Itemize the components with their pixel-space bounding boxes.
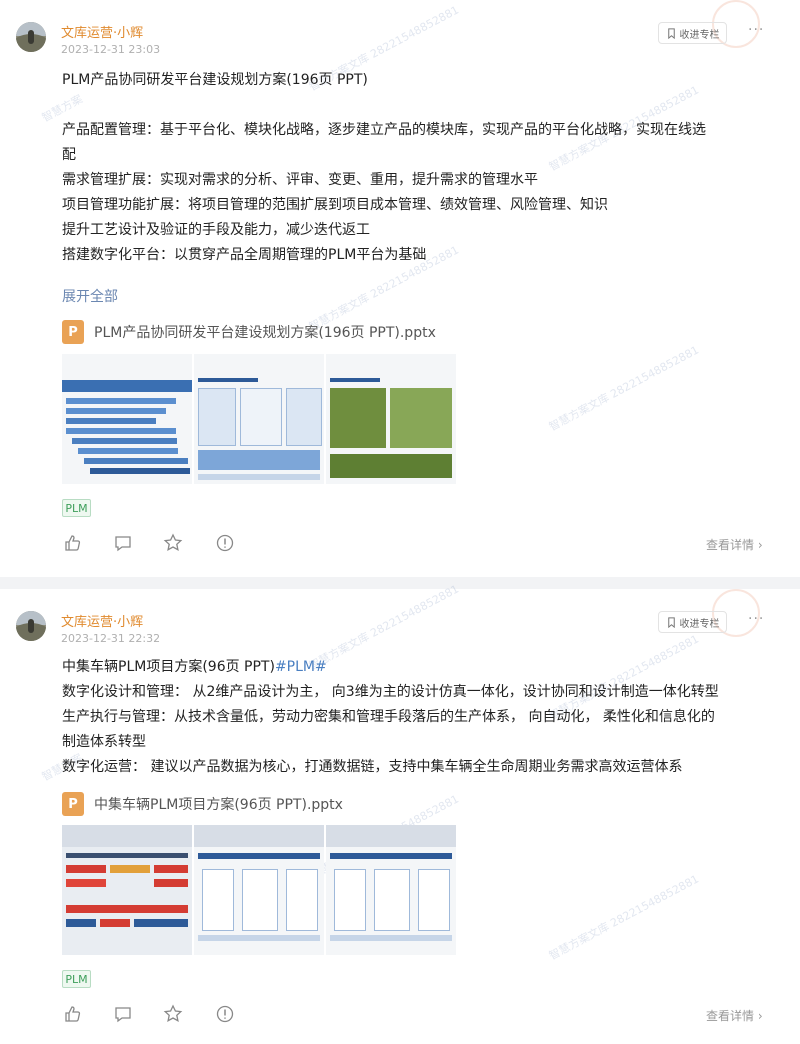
report-icon[interactable] [215, 1004, 235, 1024]
post-title: 中集车辆PLM项目方案(96页 PPT)#PLM# [62, 655, 762, 680]
ppt-file-icon: P [62, 792, 84, 816]
post-line: 需求管理扩展：实现对需求的分析、评审、变更、重用，提升需求的管理水平 [62, 172, 538, 188]
post-line: 项目管理功能扩展：将项目管理的范围扩展到项目成本管理、绩效管理、风险管理、知识 [62, 197, 608, 213]
slide-thumbnail[interactable] [326, 354, 456, 484]
slide-thumbnail[interactable] [62, 354, 192, 484]
slide-thumbnail[interactable] [326, 825, 456, 955]
add-to-column-label: 收进专栏 [679, 618, 720, 630]
add-to-column-button[interactable]: 收进专栏 [658, 611, 727, 633]
hashtag-link[interactable]: #PLM# [275, 659, 327, 675]
view-details-label: 查看详情 [706, 1009, 755, 1023]
view-details-link[interactable]: 查看详情 › [706, 536, 763, 553]
comment-icon[interactable] [113, 533, 133, 553]
more-icon[interactable]: ··· [748, 612, 766, 629]
post-line: 数字化设计和管理： 从2维产品设计为主， 向3维为主的设计仿真一体化，设计协同和… [62, 684, 719, 700]
file-name: 中集车辆PLM项目方案(96页 PPT).pptx [94, 797, 343, 813]
slide-thumbnail[interactable] [62, 825, 192, 955]
post-line: 提升工艺设计及验证的手段及能力，减少迭代返工 [62, 222, 370, 238]
post-line: 制造体系转型 [62, 734, 146, 750]
view-details-link[interactable]: 查看详情 › [706, 1007, 763, 1024]
post-title-text: 中集车辆PLM项目方案(96页 PPT) [62, 659, 275, 675]
post-line: 产品配置管理：基于平台化、模块化战略，逐步建立产品的模块库，实现产品的平台化战略… [62, 122, 706, 138]
add-to-column-button[interactable]: 收进专栏 [658, 22, 727, 44]
comment-icon[interactable] [113, 1004, 133, 1024]
post-time: 2023-12-31 23:03 [61, 43, 161, 56]
author-name[interactable]: 文库运营·小辉 [61, 22, 143, 41]
post-title: PLM产品协同研发平台建设规划方案(196页 PPT) [62, 72, 368, 88]
file-name: PLM产品协同研发平台建设规划方案(196页 PPT).pptx [94, 325, 436, 341]
add-to-column-label: 收进专栏 [679, 29, 720, 41]
slide-thumbnails [62, 825, 456, 955]
like-icon[interactable] [63, 533, 83, 553]
slide-thumbnail[interactable] [194, 354, 324, 484]
more-icon[interactable]: ··· [748, 23, 766, 40]
post-card: 文库运营·小辉 2023-12-31 23:03 收进专栏 ··· 智慧方案文库… [0, 0, 800, 577]
view-details-label: 查看详情 [706, 538, 755, 552]
file-attachment[interactable]: P PLM产品协同研发平台建设规划方案(196页 PPT).pptx [62, 320, 436, 344]
avatar[interactable] [16, 22, 46, 52]
tag-badge[interactable]: PLM [62, 970, 91, 988]
star-icon[interactable] [163, 1004, 183, 1024]
slide-thumbnail[interactable] [194, 825, 324, 955]
post-line: 生产执行与管理：从技术含量低，劳动力密集和管理手段落后的生产体系， 向自动化， … [62, 709, 715, 725]
slide-thumbnails [62, 354, 456, 484]
report-icon[interactable] [215, 533, 235, 553]
author-name[interactable]: 文库运营·小辉 [61, 611, 143, 630]
tag-badge[interactable]: PLM [62, 499, 91, 517]
bookmark-icon [667, 27, 675, 39]
file-attachment[interactable]: P 中集车辆PLM项目方案(96页 PPT).pptx [62, 792, 343, 816]
post-line: 数字化运营： 建议以产品数据为核心，打通数据链，支持中集车辆全生命周期业务需求高… [62, 759, 683, 775]
post-time: 2023-12-31 22:32 [61, 632, 161, 645]
post-line: 搭建数字化平台：以贯穿产品全周期管理的PLM平台为基础 [62, 247, 427, 263]
post-card: 文库运营·小辉 2023-12-31 22:32 收进专栏 ··· 智慧方案文库… [0, 582, 800, 1044]
bookmark-icon [667, 616, 675, 628]
post-line: 配 [62, 147, 76, 163]
star-icon[interactable] [163, 533, 183, 553]
like-icon[interactable] [63, 1004, 83, 1024]
avatar[interactable] [16, 611, 46, 641]
expand-all-link[interactable]: 展开全部 [62, 286, 118, 306]
ppt-file-icon: P [62, 320, 84, 344]
